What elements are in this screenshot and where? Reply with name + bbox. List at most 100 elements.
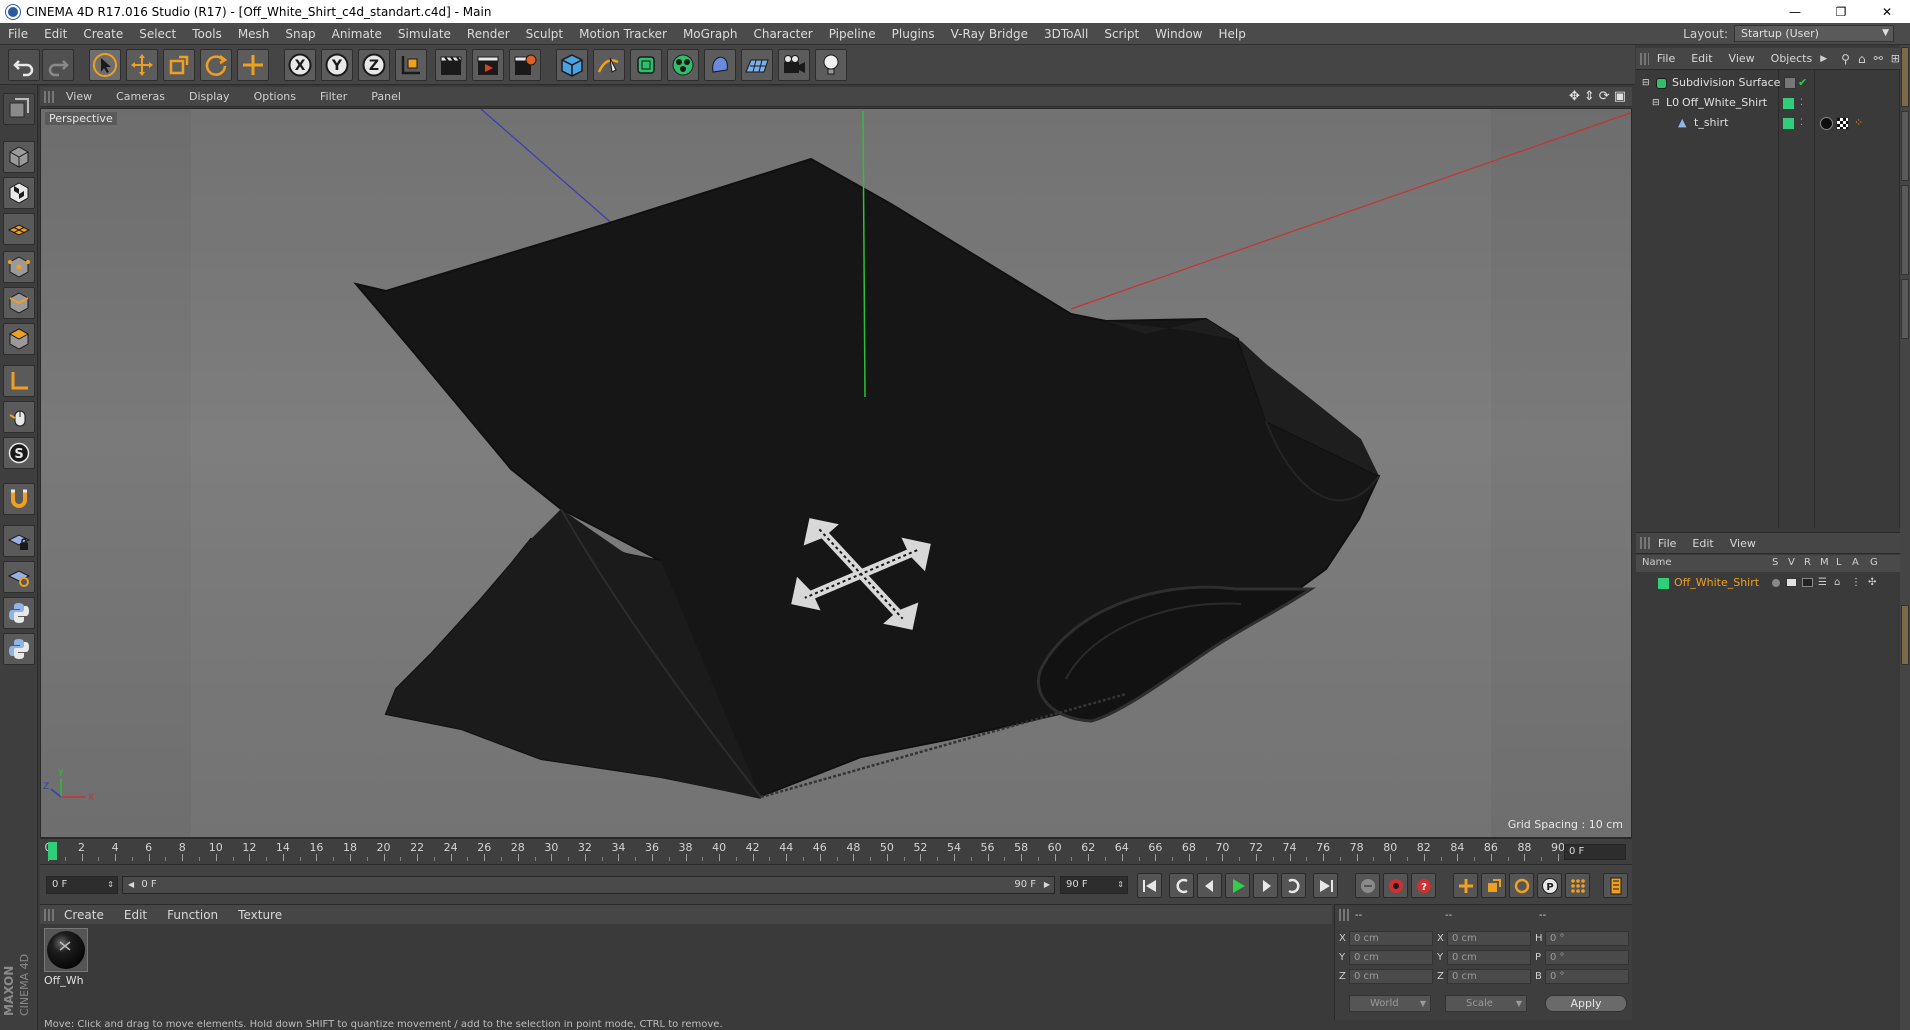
move-tool-button[interactable]: [126, 49, 158, 81]
restore-button[interactable]: ❐: [1818, 0, 1864, 23]
content-browser-side-tab[interactable]: [1901, 185, 1909, 275]
planar-workplane-button[interactable]: [3, 561, 35, 593]
edges-mode-button[interactable]: [3, 287, 35, 319]
play-button[interactable]: [1225, 873, 1250, 898]
key-position-button[interactable]: [1453, 873, 1478, 898]
menu-plugins[interactable]: Plugins: [884, 27, 943, 41]
render-settings-button[interactable]: [509, 49, 541, 81]
layer-color-swatch[interactable]: [1783, 118, 1794, 129]
timeline-ruler[interactable]: 0246810121416182022242628303234363840424…: [40, 838, 1632, 864]
rotation-b-field[interactable]: 0 °: [1545, 969, 1629, 984]
floor-button[interactable]: [741, 49, 773, 81]
go-to-end-button[interactable]: [1313, 873, 1338, 898]
objects-side-tab[interactable]: [1901, 47, 1909, 107]
generator-toggle-icon[interactable]: ✣: [1868, 574, 1876, 592]
new-window-icon[interactable]: ⊞: [1891, 52, 1900, 65]
material-tag-icon[interactable]: [1820, 117, 1833, 130]
chevron-right-icon[interactable]: ▶: [1820, 54, 1827, 64]
z-axis-lock-button[interactable]: Z: [358, 49, 390, 81]
record-keys-button[interactable]: [1355, 873, 1380, 898]
rotation-p-field[interactable]: 0 °: [1545, 950, 1629, 965]
previous-frame-button[interactable]: [1197, 873, 1222, 898]
animation-toggle-icon[interactable]: ⋮: [1851, 574, 1861, 592]
minimize-button[interactable]: —: [1772, 0, 1818, 23]
column-manager[interactable]: M: [1820, 557, 1829, 568]
current-frame-field[interactable]: 0 F: [1564, 844, 1626, 860]
phong-tag-icon[interactable]: ⁘: [1854, 114, 1863, 132]
object-row-subdivision-surface[interactable]: ⊟ Subdivision Surface ✔: [1636, 74, 1900, 92]
material-name-label[interactable]: Off_Wh: [44, 974, 84, 987]
key-rotation-button[interactable]: [1509, 873, 1534, 898]
snap-button[interactable]: S: [3, 437, 35, 469]
layer-menu-file[interactable]: File: [1650, 537, 1684, 550]
menu-mesh[interactable]: Mesh: [230, 27, 278, 41]
menu-edit[interactable]: Edit: [36, 27, 75, 41]
rotation-h-field[interactable]: 0 °: [1545, 931, 1629, 946]
object-menu-edit[interactable]: Edit: [1683, 52, 1720, 65]
uvw-tag-icon[interactable]: [1836, 117, 1849, 130]
size-x-field[interactable]: 0 cm: [1447, 931, 1531, 946]
maximize-view-icon[interactable]: ▣: [1614, 89, 1626, 104]
material-swatch[interactable]: [44, 928, 88, 972]
polygons-mode-button[interactable]: [3, 323, 35, 355]
position-z-field[interactable]: 0 cm: [1349, 969, 1433, 984]
link-icon[interactable]: ⚯: [1874, 52, 1883, 65]
cube-primitive-button[interactable]: [556, 49, 588, 81]
close-button[interactable]: ✕: [1864, 0, 1910, 23]
object-row-off-white-shirt[interactable]: ⊟ L0 Off_White_Shirt ⁚: [1636, 94, 1900, 112]
go-to-start-button[interactable]: [1137, 873, 1162, 898]
structure-side-tab[interactable]: [1901, 279, 1909, 339]
size-y-field[interactable]: 0 cm: [1447, 950, 1531, 965]
menu-character[interactable]: Character: [745, 27, 820, 41]
menu-vray-bridge[interactable]: V-Ray Bridge: [943, 27, 1036, 41]
render-toggle-icon[interactable]: [1802, 578, 1813, 587]
visibility-dots-icon[interactable]: ⁚: [1800, 94, 1803, 112]
coordinate-space-dropdown[interactable]: World ▼: [1349, 995, 1431, 1012]
size-z-field[interactable]: 0 cm: [1447, 969, 1531, 984]
previous-key-button[interactable]: [1169, 873, 1194, 898]
menu-window[interactable]: Window: [1147, 27, 1210, 41]
viewport-menu-display[interactable]: Display: [177, 90, 242, 103]
layout-dropdown[interactable]: Startup (User) ▼: [1734, 25, 1894, 42]
layer-menu-edit[interactable]: Edit: [1684, 537, 1721, 550]
magnet-button[interactable]: [3, 483, 35, 515]
size-mode-dropdown[interactable]: Scale ▼: [1445, 995, 1527, 1012]
viewport-menu-view[interactable]: View: [54, 90, 104, 103]
visibility-dots-icon[interactable]: ⁚: [1800, 114, 1803, 132]
material-menu-texture[interactable]: Texture: [228, 908, 292, 922]
menu-sculpt[interactable]: Sculpt: [518, 27, 571, 41]
column-name[interactable]: Name: [1642, 557, 1672, 568]
lock-workplane-button[interactable]: [3, 525, 35, 557]
layers-side-tab[interactable]: [1901, 605, 1909, 665]
object-menu-objects[interactable]: Objects: [1763, 52, 1821, 65]
live-selection-button[interactable]: [89, 49, 121, 81]
apply-button[interactable]: Apply: [1545, 995, 1627, 1012]
viewport-menu-filter[interactable]: Filter: [308, 90, 359, 103]
timeline-window-button[interactable]: [1603, 873, 1628, 898]
start-frame-field[interactable]: 0 F ⇕: [46, 876, 118, 894]
texture-mode-button[interactable]: [3, 177, 35, 209]
end-frame-field[interactable]: 90 F ⇕: [1060, 876, 1128, 894]
rotate-tool-button[interactable]: [200, 49, 232, 81]
column-animation[interactable]: A: [1852, 557, 1859, 568]
menu-snap[interactable]: Snap: [277, 27, 323, 41]
perspective-viewport[interactable]: X Y Z Perspective Grid Spacing : 10 cm: [40, 108, 1632, 838]
menu-3dtoall[interactable]: 3DToAll: [1036, 27, 1096, 41]
viewport-menu-panel[interactable]: Panel: [359, 90, 413, 103]
object-row-t-shirt[interactable]: ▲ t_shirt ⁚ ⁘: [1636, 114, 1900, 132]
cloner-button[interactable]: [667, 49, 699, 81]
make-editable-button[interactable]: [3, 93, 35, 125]
python-script-2-button[interactable]: [3, 633, 35, 665]
column-render[interactable]: R: [1804, 557, 1811, 568]
collapse-icon[interactable]: ⊟: [1652, 94, 1660, 112]
column-locked[interactable]: L: [1836, 557, 1842, 568]
solo-toggle-icon[interactable]: [1772, 579, 1780, 587]
x-axis-lock-button[interactable]: X: [284, 49, 316, 81]
next-frame-button[interactable]: [1253, 873, 1278, 898]
enabled-check-icon[interactable]: ✔: [1798, 74, 1807, 92]
position-x-field[interactable]: 0 cm: [1349, 931, 1433, 946]
deformer-button[interactable]: [704, 49, 736, 81]
viewport-camera-label[interactable]: Perspective: [45, 112, 117, 125]
redo-button[interactable]: [42, 49, 74, 81]
layer-color-swatch[interactable]: [1658, 578, 1669, 589]
